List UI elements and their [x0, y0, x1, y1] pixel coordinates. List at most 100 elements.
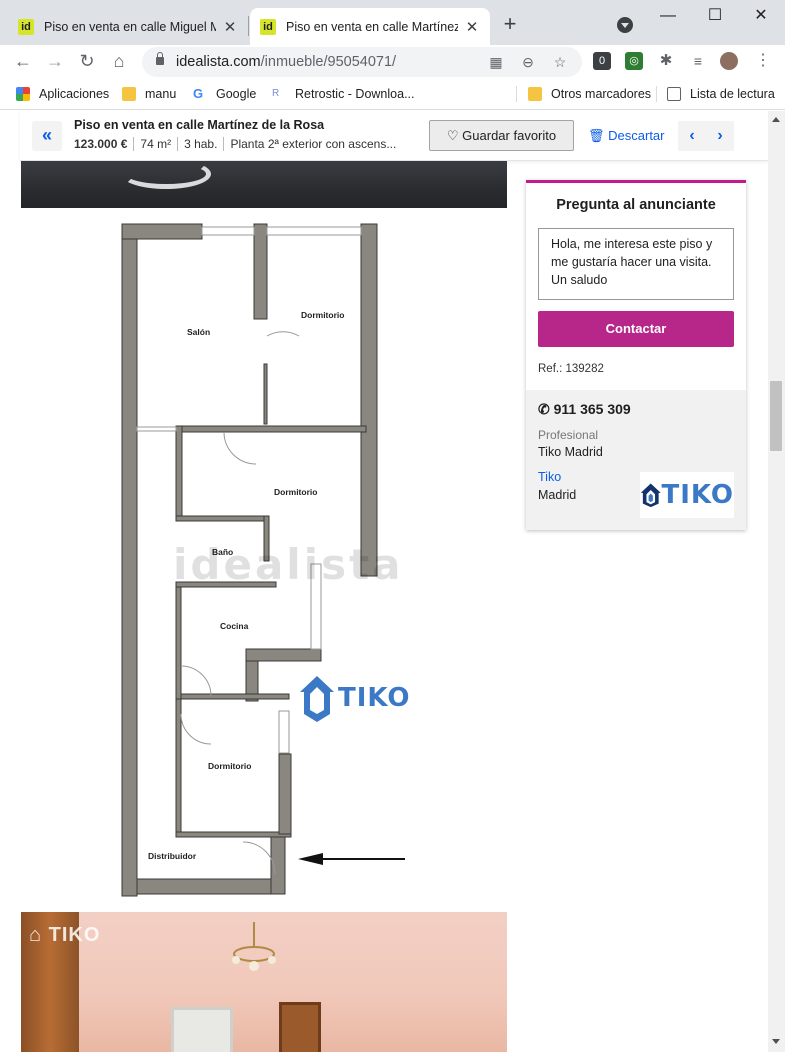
- scroll-up-arrow-icon[interactable]: [772, 117, 780, 122]
- reload-icon[interactable]: ↻: [76, 50, 98, 72]
- discard-button[interactable]: 🗑 Descartar: [588, 128, 665, 144]
- listing-size: 74 m²: [133, 137, 177, 151]
- minimize-button[interactable]: —: [656, 6, 680, 26]
- folder-icon: [528, 87, 542, 101]
- tiko-logo-text: TIKO: [661, 480, 734, 510]
- next-listing-button[interactable]: ›: [706, 121, 734, 151]
- close-tab-icon[interactable]: ✕: [222, 18, 238, 36]
- bookmark-google[interactable]: G Google: [193, 84, 256, 104]
- tab-search-icon[interactable]: [617, 17, 633, 33]
- lock-icon[interactable]: [156, 52, 164, 65]
- listing-title[interactable]: Piso en venta en calle Martínez de la Ro…: [74, 118, 324, 132]
- tab-inactive[interactable]: id Piso en venta en calle Miguel Mo ✕: [8, 8, 248, 45]
- advertiser-city: Madrid: [538, 488, 577, 502]
- back-to-list-icon[interactable]: «: [32, 121, 62, 151]
- extension-icon[interactable]: 0: [593, 52, 611, 70]
- floorplan-room-label: Dormitorio: [301, 310, 344, 320]
- idealista-favicon-icon: id: [260, 18, 276, 35]
- save-favorite-button[interactable]: ♡ Guardar favorito: [429, 120, 574, 151]
- page-viewport: « Piso en venta en calle Martínez de la …: [0, 111, 768, 1052]
- bookmark-label: Lista de lectura: [690, 87, 775, 101]
- floorplan-room-label: Dormitorio: [208, 761, 251, 771]
- scrollbar-thumb[interactable]: [770, 381, 782, 451]
- save-favorite-label: Guardar favorito: [462, 128, 557, 143]
- tab-strip: id Piso en venta en calle Miguel Mo ✕ id…: [0, 0, 785, 45]
- listing-sticky-header: « Piso en venta en calle Martínez de la …: [20, 111, 768, 161]
- phone-number: 911 365 309: [553, 401, 631, 417]
- listing-price: 123.000 €: [74, 137, 128, 151]
- tiko-watermark: ⌂ TIKO: [29, 924, 100, 947]
- previous-listing-button[interactable]: ‹: [678, 121, 706, 151]
- advertiser-info: ✆ 911 365 309 Profesional Tiko Madrid Ti…: [526, 390, 746, 530]
- maximize-button[interactable]: ☐: [703, 6, 727, 26]
- floor-plan-image[interactable]: Salón Dormitorio Dormitorio Baño Cocina …: [21, 214, 507, 906]
- bookmark-apps[interactable]: Aplicaciones: [16, 84, 109, 104]
- advertiser-link[interactable]: Tiko: [538, 470, 561, 484]
- window: [171, 1007, 233, 1052]
- contact-message-textarea[interactable]: Hola, me interesa este piso y me gustarí…: [538, 228, 734, 300]
- zoom-icon[interactable]: ⊖: [520, 54, 536, 70]
- floorplan-room-label: Cocina: [220, 621, 249, 631]
- door: [279, 1002, 321, 1052]
- chandelier-icon: [232, 922, 276, 971]
- bookmarks-bar: Aplicaciones manu G Google R Retrostic -…: [0, 78, 785, 110]
- advertiser-phone[interactable]: ✆ 911 365 309: [538, 401, 631, 418]
- listing-photo-living-room[interactable]: ⌂ TIKO: [21, 912, 507, 1052]
- contact-button[interactable]: Contactar: [538, 311, 734, 347]
- tiko-house-icon: ⌂: [29, 924, 43, 946]
- extension-icon[interactable]: ◎: [625, 52, 643, 70]
- media-controls-icon[interactable]: ≡: [689, 52, 707, 70]
- bookmark-reading-list[interactable]: Lista de lectura: [667, 84, 775, 104]
- apps-grid-icon: [16, 87, 30, 101]
- bookmark-label: Aplicaciones: [39, 87, 110, 101]
- floorplan-room-label: Dormitorio: [274, 487, 317, 497]
- retrostic-icon: R: [272, 88, 280, 99]
- close-tab-icon[interactable]: ✕: [464, 18, 480, 36]
- browser-toolbar: ← → ↻ ⌂ idealista.com/inmueble/95054071/…: [0, 45, 785, 78]
- advertiser-agency: Tiko Madrid: [538, 445, 603, 459]
- tiko-logo-icon: TIKO: [300, 676, 411, 722]
- url-domain: idealista.com: [176, 54, 261, 70]
- floorplan-room-label: Distribuidor: [148, 851, 197, 861]
- bookmark-label: manu: [145, 87, 177, 101]
- tiko-watermark-text: TIKO: [48, 924, 101, 946]
- idealista-favicon-icon: id: [18, 18, 34, 35]
- page-scrollbar[interactable]: [768, 111, 785, 1052]
- discard-label: Descartar: [608, 128, 665, 143]
- back-arrow-icon[interactable]: ←: [12, 50, 34, 72]
- phone-icon: ✆: [538, 401, 550, 417]
- bookmark-label: Otros marcadores: [551, 87, 652, 101]
- scroll-down-arrow-icon[interactable]: [772, 1039, 780, 1044]
- listing-rooms: 3 hab.: [177, 137, 223, 151]
- bookmark-retrostic[interactable]: R Retrostic - Downloa...: [272, 84, 414, 104]
- entrance-arrow-icon: [298, 853, 405, 865]
- home-icon[interactable]: ⌂: [108, 50, 130, 72]
- profile-avatar[interactable]: [720, 52, 738, 70]
- bookmark-manu[interactable]: manu: [122, 84, 176, 104]
- forward-arrow-icon[interactable]: →: [44, 50, 66, 72]
- bookmark-separator: [656, 86, 657, 102]
- qr-code-icon[interactable]: ▦: [488, 54, 504, 70]
- bookmark-label: Retrostic - Downloa...: [295, 87, 415, 101]
- floorplan-room-label: Salón: [187, 327, 210, 337]
- address-bar[interactable]: idealista.com/inmueble/95054071/ ▦ ⊖ ☆: [142, 47, 582, 77]
- close-window-button[interactable]: ✕: [749, 6, 773, 26]
- google-icon: G: [193, 86, 204, 101]
- contact-panel: Pregunta al anunciante Hola, me interesa…: [526, 180, 746, 530]
- tab-title: Piso en venta en calle Martínez d: [286, 19, 458, 34]
- new-tab-button[interactable]: +: [498, 13, 522, 37]
- trash-icon: 🗑: [588, 128, 605, 143]
- contact-title: Pregunta al anunciante: [556, 197, 716, 213]
- tab-active[interactable]: id Piso en venta en calle Martínez d ✕: [250, 8, 490, 45]
- idealista-watermark: idealista: [173, 540, 404, 589]
- heart-icon: ♡: [446, 128, 459, 143]
- bookmark-star-icon[interactable]: ☆: [552, 54, 568, 70]
- tab-title: Piso en venta en calle Miguel Mo: [44, 19, 216, 34]
- puzzle-extensions-icon[interactable]: ✱: [657, 52, 675, 70]
- tiko-agency-logo[interactable]: TIKO: [640, 472, 734, 518]
- advertiser-type: Profesional: [538, 428, 599, 442]
- listing-photo-street[interactable]: [21, 161, 507, 208]
- bookmark-other[interactable]: Otros marcadores: [528, 84, 651, 104]
- tiko-logo-text: TIKO: [338, 683, 411, 713]
- menu-kebab-icon[interactable]: ⋮: [754, 52, 772, 70]
